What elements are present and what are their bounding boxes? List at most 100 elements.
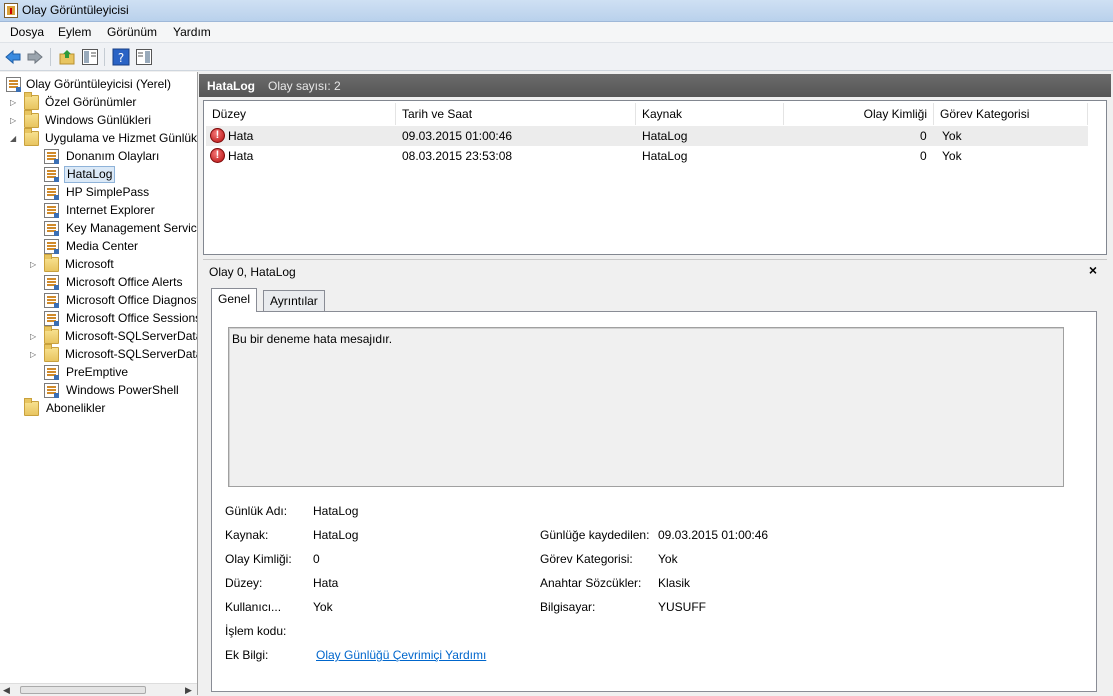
event-id-label: Olay Kimliği: bbox=[225, 552, 292, 566]
forward-arrow-icon[interactable] bbox=[26, 48, 44, 66]
window-title: Olay Görüntüleyicisi bbox=[22, 3, 129, 17]
tab-details[interactable]: Ayrıntılar bbox=[263, 290, 325, 312]
log-icon bbox=[44, 293, 59, 308]
column-header-level[interactable]: Düzey bbox=[206, 103, 396, 125]
log-icon bbox=[44, 221, 59, 236]
tree-item-hardware-events[interactable]: Donanım Olayları bbox=[44, 148, 197, 166]
tree-item-sqlserverdatatoolsvs[interactable]: ▷ Microsoft-SQLServerDataToolsVS bbox=[30, 344, 197, 364]
log-icon bbox=[44, 203, 59, 218]
event-message-box[interactable]: Bu bir deneme hata mesajıdır. bbox=[228, 327, 1064, 487]
tree-item-hp-simplepass[interactable]: HP SimplePass bbox=[44, 184, 197, 202]
logged-value: 09.03.2015 01:00:46 bbox=[658, 528, 769, 542]
online-help-link[interactable]: Olay Günlüğü Çevrimiçi Yardımı bbox=[316, 648, 486, 662]
level-value: Hata bbox=[313, 576, 339, 590]
up-folder-icon[interactable] bbox=[58, 48, 76, 66]
column-header-task-category[interactable]: Görev Kategorisi bbox=[934, 103, 1088, 125]
tree-item-app-service-logs[interactable]: ◢ Uygulama ve Hizmet Günlükleri bbox=[10, 128, 197, 148]
folder-icon bbox=[24, 92, 39, 110]
subscriptions-folder-icon bbox=[24, 398, 39, 416]
tree-item-powershell[interactable]: Windows PowerShell bbox=[44, 382, 197, 400]
log-icon bbox=[44, 185, 59, 200]
log-header-bar: HataLog Olay sayısı: 2 bbox=[199, 74, 1111, 97]
tree-root[interactable]: Olay Görüntüleyicisi (Yerel) bbox=[4, 76, 197, 94]
event-detail-header: Olay 0, HataLog × bbox=[203, 259, 1107, 282]
log-name: HataLog bbox=[207, 79, 255, 93]
log-icon bbox=[44, 311, 59, 326]
keywords-label: Anahtar Sözcükler: bbox=[540, 576, 642, 590]
log-icon bbox=[44, 383, 59, 398]
tree-item-internet-explorer[interactable]: Internet Explorer bbox=[44, 202, 197, 220]
event-id-value: 0 bbox=[313, 552, 320, 566]
event-list: Düzey Tarih ve Saat Kaynak Olay Kimliği … bbox=[203, 100, 1107, 255]
user-label: Kullanıcı... bbox=[225, 600, 282, 614]
column-header-datetime[interactable]: Tarih ve Saat bbox=[396, 103, 636, 125]
menu-file[interactable]: Dosya bbox=[9, 25, 45, 39]
opcode-label: İşlem kodu: bbox=[225, 624, 287, 638]
help-icon[interactable]: ? bbox=[112, 48, 130, 66]
user-value: Yok bbox=[313, 600, 333, 614]
log-name-label: Günlük Adı: bbox=[225, 504, 288, 518]
collapse-arrow-icon[interactable]: ◢ bbox=[10, 134, 18, 144]
scroll-right-icon[interactable]: ▶ bbox=[185, 685, 192, 696]
error-icon: ! bbox=[210, 148, 225, 163]
task-category-value: Yok bbox=[658, 552, 678, 566]
scrollbar-thumb[interactable] bbox=[20, 686, 146, 694]
task-category-label: Görev Kategorisi: bbox=[540, 552, 633, 566]
folder-icon bbox=[24, 110, 39, 128]
tab-general[interactable]: Genel bbox=[211, 288, 258, 312]
title-bar: Olay Görüntüleyicisi bbox=[0, 0, 1113, 22]
tree-item-sqlserverdatatools[interactable]: ▷ Microsoft-SQLServerDataTools bbox=[30, 326, 197, 346]
menu-action[interactable]: Eylem bbox=[57, 25, 92, 39]
show-hide-action-pane-icon[interactable] bbox=[135, 48, 153, 66]
folder-icon bbox=[44, 326, 59, 344]
logged-label: Günlüğe kaydedilen: bbox=[540, 528, 650, 542]
source-value: HataLog bbox=[313, 528, 359, 542]
level-label: Düzey: bbox=[225, 576, 263, 590]
log-icon bbox=[44, 275, 59, 290]
event-count: Olay sayısı: 2 bbox=[268, 79, 341, 93]
toolbar: ? bbox=[0, 43, 1113, 71]
tree-item-subscriptions[interactable]: Abonelikler bbox=[24, 398, 197, 418]
tree-item-preemptive[interactable]: PreEmptive bbox=[44, 364, 197, 382]
tree-item-office-sessions[interactable]: Microsoft Office Sessions bbox=[44, 310, 197, 328]
expand-arrow-icon[interactable]: ▷ bbox=[10, 98, 18, 108]
expand-arrow-icon[interactable]: ▷ bbox=[30, 350, 38, 360]
tree-item-windows-logs[interactable]: ▷ Windows Günlükleri bbox=[10, 110, 197, 130]
expand-arrow-icon[interactable]: ▷ bbox=[30, 332, 38, 342]
keywords-value: Klasik bbox=[658, 576, 691, 590]
expand-arrow-icon[interactable]: ▷ bbox=[10, 116, 18, 126]
log-icon bbox=[44, 365, 59, 380]
folder-icon bbox=[44, 254, 59, 272]
close-icon[interactable]: × bbox=[1089, 262, 1097, 278]
column-header-source[interactable]: Kaynak bbox=[636, 103, 784, 125]
tree-item-office-diagnostics[interactable]: Microsoft Office Diagnostics bbox=[44, 292, 197, 310]
log-icon bbox=[44, 149, 59, 164]
folder-open-icon bbox=[24, 128, 39, 146]
tree-item-office-alerts[interactable]: Microsoft Office Alerts bbox=[44, 274, 197, 292]
tree-item-microsoft[interactable]: ▷ Microsoft bbox=[30, 254, 197, 274]
event-viewer-icon bbox=[6, 77, 21, 92]
tree-item-key-management[interactable]: Key Management Service bbox=[44, 220, 197, 238]
table-row[interactable]: ! Hata 09.03.2015 01:00:46 HataLog 0 Yok bbox=[206, 126, 1088, 146]
error-icon: ! bbox=[210, 128, 225, 143]
menu-view[interactable]: Görünüm bbox=[106, 25, 158, 39]
tree-item-hatalog[interactable]: HataLog bbox=[44, 166, 197, 184]
computer-value: YUSUFF bbox=[658, 600, 706, 614]
tree-horizontal-scrollbar[interactable]: ◀ ▶ bbox=[0, 683, 197, 695]
log-name-value: HataLog bbox=[313, 504, 359, 518]
folder-icon bbox=[44, 344, 59, 362]
computer-label: Bilgisayar: bbox=[540, 600, 596, 614]
svg-text:?: ? bbox=[118, 51, 124, 65]
source-label: Kaynak: bbox=[225, 528, 269, 542]
tree-item-custom-views[interactable]: ▷ Özel Görünümler bbox=[10, 92, 197, 112]
event-detail-title: Olay 0, HataLog bbox=[209, 265, 296, 279]
table-row[interactable]: ! Hata 08.03.2015 23:53:08 HataLog 0 Yok bbox=[206, 146, 1088, 166]
expand-arrow-icon[interactable]: ▷ bbox=[30, 260, 38, 270]
menu-help[interactable]: Yardım bbox=[172, 25, 212, 39]
event-message: Bu bir deneme hata mesajıdır. bbox=[232, 332, 393, 346]
back-arrow-icon[interactable] bbox=[4, 48, 22, 66]
scroll-left-icon[interactable]: ◀ bbox=[3, 685, 10, 696]
show-hide-tree-icon[interactable] bbox=[81, 48, 99, 66]
tree-item-media-center[interactable]: Media Center bbox=[44, 238, 197, 256]
column-header-event-id[interactable]: Olay Kimliği bbox=[784, 103, 934, 125]
